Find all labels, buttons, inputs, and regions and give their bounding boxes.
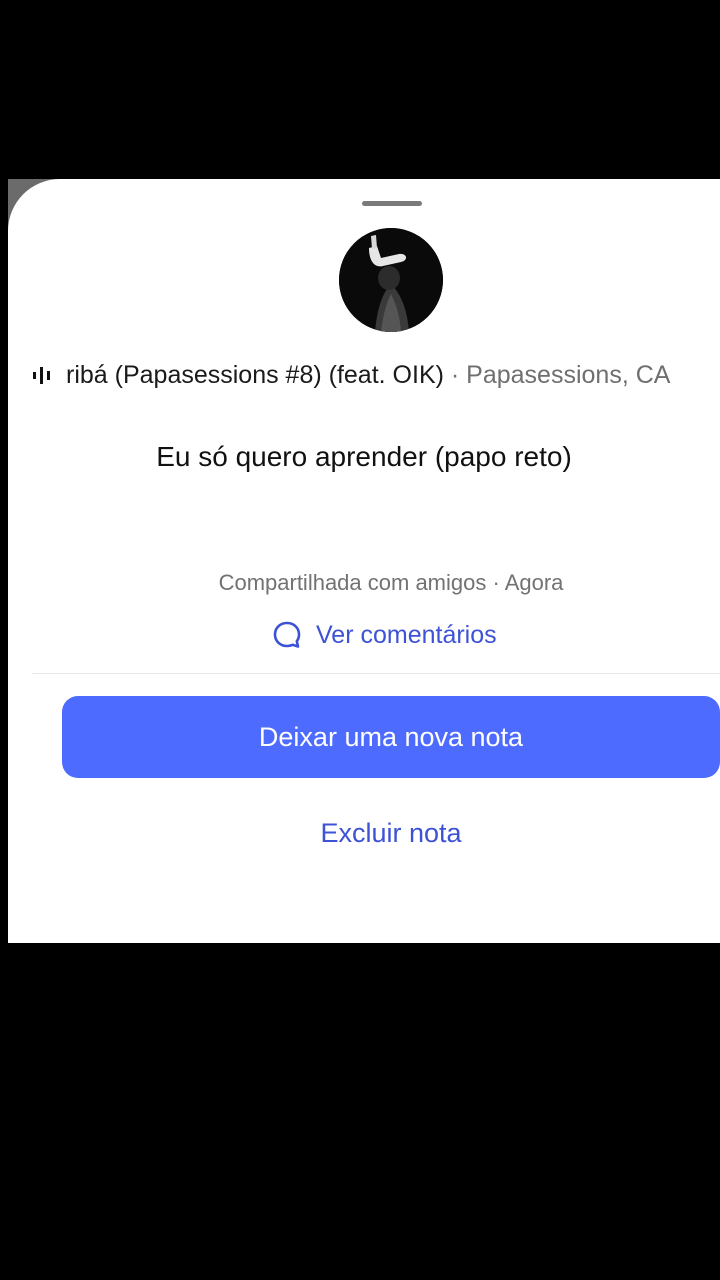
note-bottom-sheet: ribá (Papasessions #8) (feat. OIK) · Pap…: [8, 179, 720, 943]
new-note-button[interactable]: Deixar uma nova nota: [62, 696, 720, 778]
divider: [32, 673, 720, 674]
view-comments-label: Ver comentários: [316, 620, 497, 649]
view-comments-link[interactable]: Ver comentários: [272, 617, 497, 653]
track-artists: Papasessions, CA: [466, 361, 671, 389]
profile-photo: [339, 228, 443, 332]
delete-note-button[interactable]: Excluir nota: [8, 815, 720, 851]
track-marquee: ribá (Papasessions #8) (feat. OIK) · Pap…: [66, 360, 670, 390]
track-row[interactable]: ribá (Papasessions #8) (feat. OIK) · Pap…: [8, 357, 720, 393]
track-title: ribá (Papasessions #8) (feat. OIK): [66, 361, 444, 389]
note-text: Eu só quero aprender (papo reto): [156, 441, 572, 472]
screen: ribá (Papasessions #8) (feat. OIK) · Pap…: [0, 0, 720, 1280]
comment-bubble-icon: [273, 621, 301, 648]
marquee-fade: [54, 357, 68, 393]
track-separator: ·: [443, 361, 467, 389]
drag-handle[interactable]: [362, 201, 422, 206]
equalizer-icon: [33, 367, 50, 384]
avatar[interactable]: [339, 228, 443, 332]
share-meta: Compartilhada com amigos · Agora: [218, 570, 564, 595]
